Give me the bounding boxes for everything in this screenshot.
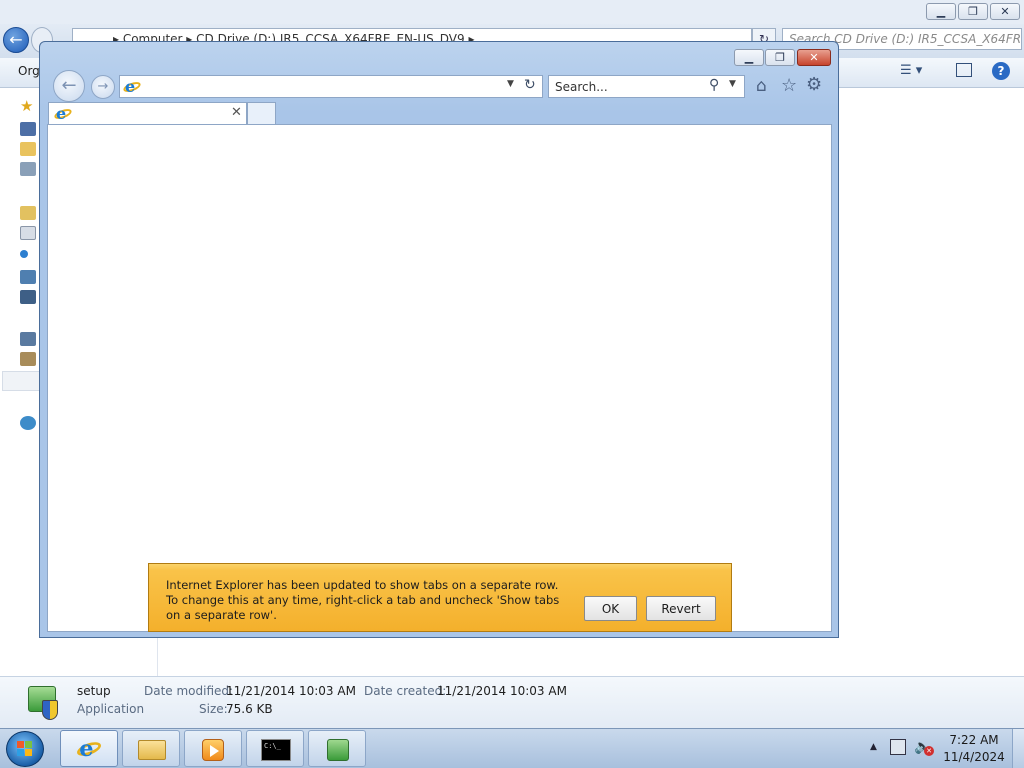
ie-notification-bar: Internet Explorer has been updated to sh… <box>148 563 732 632</box>
ie-forward-button[interactable]: → <box>91 75 115 99</box>
ie-close-button[interactable]: ✕ <box>797 49 831 66</box>
internet-explorer-icon: e <box>75 737 103 760</box>
details-file-name: setup <box>77 684 111 698</box>
pictures-library-icon[interactable] <box>20 270 36 284</box>
ie-maximize-button[interactable]: ❐ <box>765 49 795 66</box>
taskbar-setup[interactable] <box>308 730 366 767</box>
details-size: 75.6 KB <box>226 702 273 716</box>
windows-logo-icon <box>17 741 33 757</box>
ie-search-box[interactable]: ⚲ ▼ <box>548 75 745 98</box>
ie-address-bar[interactable]: e ▼ ↻ <box>119 75 543 98</box>
ie-page-content[interactable] <box>47 124 832 632</box>
taskbar-media-player[interactable] <box>184 730 242 767</box>
ie-search-input[interactable] <box>555 78 705 95</box>
notification-line-1: Internet Explorer has been updated to sh… <box>166 578 559 592</box>
show-desktop-button[interactable] <box>1012 729 1024 768</box>
videos-library-icon[interactable] <box>20 290 36 304</box>
ie-back-button[interactable]: ← <box>53 70 85 102</box>
media-player-icon <box>202 739 224 761</box>
explorer-back-button[interactable]: ← <box>3 27 29 53</box>
notification-line-2: To change this at any time, right-click … <box>166 593 560 622</box>
details-date-created: 11/21/2014 10:03 AM <box>437 684 567 698</box>
preview-pane-icon[interactable] <box>956 63 972 77</box>
libraries-icon[interactable] <box>20 206 36 220</box>
chevron-down-icon[interactable]: ▼ <box>729 79 736 89</box>
ok-button[interactable]: OK <box>584 596 637 621</box>
recent-places-icon[interactable] <box>20 162 36 176</box>
notification-message: Internet Explorer has been updated to sh… <box>166 578 566 623</box>
ie-address-input[interactable] <box>144 78 504 95</box>
arrow-left-icon: ← <box>61 75 77 96</box>
clock-date[interactable]: 11/4/2024 <box>940 750 1008 764</box>
explorer-maximize-button[interactable]: ❐ <box>958 3 988 20</box>
internet-explorer-icon: e <box>122 79 142 95</box>
chevron-down-icon[interactable]: ▼ <box>507 79 514 89</box>
details-date-modified-label: Date modified: <box>144 684 234 698</box>
revert-button[interactable]: Revert <box>646 596 716 621</box>
documents-library-icon[interactable] <box>20 226 36 240</box>
home-icon[interactable]: ⌂ <box>756 76 767 96</box>
music-library-icon[interactable] <box>20 250 28 258</box>
command-prompt-icon: C:\_ <box>261 739 291 761</box>
file-explorer-icon <box>138 740 166 760</box>
arrow-right-icon: → <box>97 79 109 94</box>
arrow-left-icon: ← <box>9 30 23 49</box>
refresh-icon[interactable]: ↻ <box>524 77 536 93</box>
favorites-star-icon[interactable]: ☆ <box>781 75 797 96</box>
details-date-created-label: Date created: <box>364 684 447 698</box>
ie-tab[interactable]: e ✕ <box>48 102 247 125</box>
computer-icon[interactable] <box>20 332 36 346</box>
internet-explorer-icon: e <box>53 106 73 122</box>
show-hidden-icons-button[interactable]: ▲ <box>870 742 877 752</box>
setup-app-icon <box>327 739 349 761</box>
clock-time[interactable]: 7:22 AM <box>944 733 1004 747</box>
network-icon[interactable] <box>20 416 36 430</box>
network-status-icon[interactable] <box>890 739 906 755</box>
taskbar-file-explorer[interactable] <box>122 730 180 767</box>
close-icon[interactable]: ✕ <box>231 105 242 120</box>
downloads-folder-icon[interactable] <box>20 142 36 156</box>
taskbar-internet-explorer[interactable]: e <box>60 730 118 767</box>
organize-menu-button[interactable]: Org <box>18 64 40 78</box>
details-file-type: Application <box>77 702 145 716</box>
desktop-icon[interactable] <box>20 122 36 136</box>
ie-minimize-button[interactable]: ▁ <box>734 49 764 66</box>
help-icon[interactable]: ? <box>992 62 1010 80</box>
setup-app-icon <box>24 684 62 722</box>
explorer-minimize-button[interactable]: ▁ <box>926 3 956 20</box>
volume-muted-icon: ✕ <box>924 746 934 756</box>
new-tab-button[interactable] <box>247 102 276 125</box>
internet-explorer-window: ▁ ❐ ✕ ← → e ▼ ↻ ⚲ ▼ ⌂ ☆ ⚙ e ✕ Internet E… <box>39 41 839 638</box>
search-icon[interactable]: ⚲ <box>709 77 719 93</box>
local-disk-icon[interactable] <box>20 352 36 366</box>
details-date-modified: 11/21/2014 10:03 AM <box>226 684 356 698</box>
details-size-label: Size: <box>199 702 228 716</box>
explorer-close-button[interactable]: ✕ <box>990 3 1020 20</box>
change-view-icon[interactable]: ☰ ▾ <box>900 63 922 78</box>
explorer-titlebar <box>0 0 1024 24</box>
favorites-star-icon[interactable]: ★ <box>20 97 33 115</box>
taskbar-command-prompt[interactable]: C:\_ <box>246 730 304 767</box>
start-button[interactable] <box>6 731 44 767</box>
gear-icon[interactable]: ⚙ <box>806 74 822 95</box>
